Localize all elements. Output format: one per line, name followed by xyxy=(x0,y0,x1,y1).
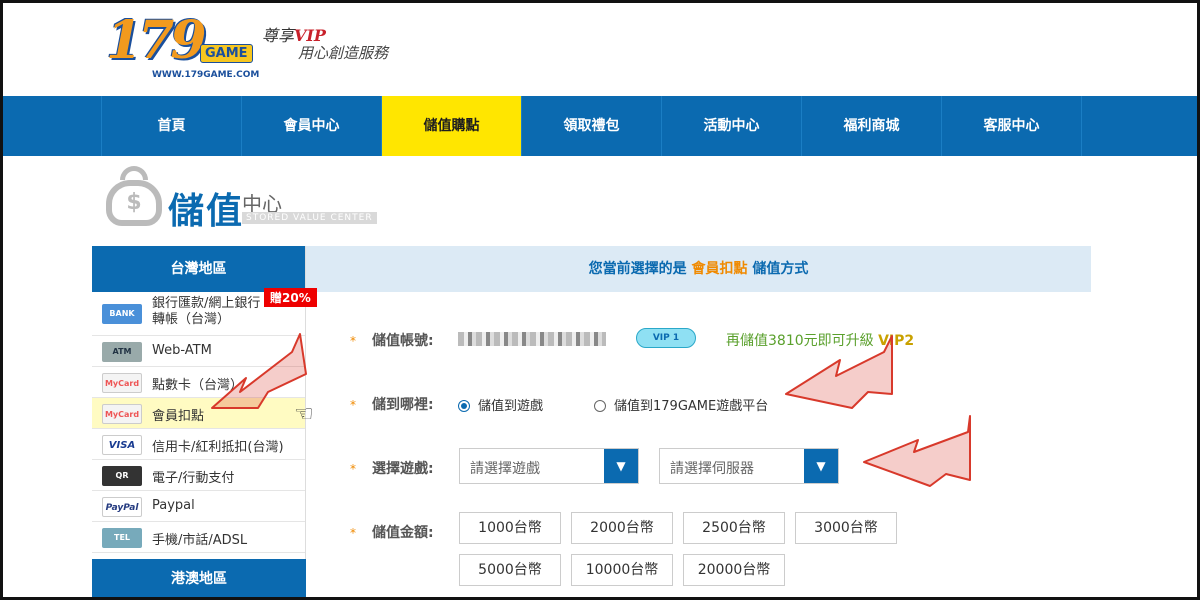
sidebar-item-web-atm[interactable]: ATM Web-ATM xyxy=(92,336,305,367)
slogan: 尊享VIP 用心創造服務 xyxy=(262,22,412,67)
destination-label: 儲到哪裡: xyxy=(372,397,434,413)
sidebar-item-point-card[interactable]: MyCard 點數卡（台灣） xyxy=(92,367,305,398)
radio-unchecked-icon xyxy=(594,400,606,412)
chevron-down-icon[interactable]: ▼ xyxy=(604,449,638,483)
bank-icon: BANK xyxy=(102,304,142,324)
nav-welfare-mall[interactable]: 福利商城 xyxy=(802,96,942,156)
page-title: 儲值 xyxy=(168,191,245,232)
paypal-icon: PayPal xyxy=(102,497,142,517)
upgrade-hint: 再儲值3810元即可升級 VIP2 xyxy=(726,333,915,349)
sidebar-item-paypal[interactable]: PayPal Paypal xyxy=(92,491,305,522)
visa-icon: VISA xyxy=(102,435,142,455)
region-hk-macau-header[interactable]: 港澳地區 xyxy=(92,559,306,600)
nav-member-center[interactable]: 會員中心 xyxy=(242,96,382,156)
sidebar-item-label: 手機/市話/ADSL xyxy=(152,533,248,548)
slogan-line2: 用心創造服務 xyxy=(298,44,389,62)
header: 179 GAME WWW.179GAME.COM 尊享VIP 用心創造服務 xyxy=(0,0,1200,96)
account-label: 儲值帳號: xyxy=(372,333,434,349)
radio-checked-icon xyxy=(458,400,470,412)
sidebar-item-label: 信用卡/紅利抵扣(台灣) xyxy=(152,440,284,455)
amount-option[interactable]: 20000台幣 xyxy=(683,554,785,586)
red-arrow-game-select xyxy=(863,415,971,487)
nav-customer-service[interactable]: 客服中心 xyxy=(942,96,1082,156)
sidebar-item-label: Web-ATM xyxy=(152,343,212,358)
amount-option[interactable]: 3000台幣 xyxy=(795,512,897,544)
amount-option[interactable]: 5000台幣 xyxy=(459,554,561,586)
main-nav: 首頁 會員中心 儲值購點 領取禮包 活動中心 福利商城 客服中心 xyxy=(0,96,1200,156)
sidebar-item-mobile-pay[interactable]: QR 電子/行動支付 xyxy=(92,460,305,491)
amount-option[interactable]: 10000台幣 xyxy=(571,554,673,586)
amount-label: 儲值金額: xyxy=(372,525,434,541)
amount-option[interactable]: 1000台幣 xyxy=(459,512,561,544)
sidebar-item-credit-card[interactable]: VISA 信用卡/紅利抵扣(台灣) xyxy=(92,429,305,460)
mycard-icon: MyCard xyxy=(102,404,142,424)
logo-game-text: GAME xyxy=(200,44,253,63)
required-star: * xyxy=(350,526,356,540)
chevron-down-icon[interactable]: ▼ xyxy=(804,449,838,483)
nav-top-up[interactable]: 儲值購點 xyxy=(382,96,522,156)
page-banner: $ 儲值 中心 STORED VALUE CENTER xyxy=(104,164,404,234)
masked-account-value xyxy=(458,332,606,346)
logo-url: WWW.179GAME.COM xyxy=(152,70,260,80)
mycard-icon: MyCard xyxy=(102,373,142,393)
server-select[interactable]: 請選擇伺服器 ▼ xyxy=(659,448,839,484)
179game-logo[interactable]: 179 GAME WWW.179GAME.COM xyxy=(106,8,266,80)
nav-gift-pack[interactable]: 領取禮包 xyxy=(522,96,662,156)
amount-option[interactable]: 2000台幣 xyxy=(571,512,673,544)
radio-to-platform[interactable]: 儲值到179GAME遊戲平台 xyxy=(594,395,768,414)
selected-method-banner: 您當前選擇的是 會員扣點 儲值方式 xyxy=(306,246,1091,292)
phone-icon: TEL xyxy=(102,528,142,548)
pointing-hand-icon: ☜ xyxy=(294,402,314,427)
atm-icon: ATM xyxy=(102,342,142,362)
radio-to-game[interactable]: 儲值到遊戲 xyxy=(458,395,543,414)
required-star: * xyxy=(350,334,356,348)
required-star: * xyxy=(350,398,356,412)
nav-events[interactable]: 活動中心 xyxy=(662,96,802,156)
page-title-english: STORED VALUE CENTER xyxy=(242,212,377,224)
promo-badge: 贈20% xyxy=(264,288,317,307)
sidebar-item-member-points[interactable]: MyCard 會員扣點 xyxy=(92,398,305,429)
game-select[interactable]: 請選擇遊戲 ▼ xyxy=(459,448,639,484)
required-star: * xyxy=(350,462,356,476)
sidebar-item-label: 電子/行動支付 xyxy=(152,471,235,486)
sidebar-item-label: 會員扣點 xyxy=(152,409,205,424)
vip-badge: VIP 1 xyxy=(636,328,696,348)
amount-option[interactable]: 2500台幣 xyxy=(683,512,785,544)
sidebar-item-label: Paypal xyxy=(152,498,195,513)
game-label: 選擇遊戲: xyxy=(372,461,434,477)
qr-code-icon: QR xyxy=(102,466,142,486)
sidebar-item-label: 點數卡（台灣） xyxy=(152,378,244,393)
logo-digits: 179 xyxy=(106,10,207,71)
sidebar-item-phone-adsl[interactable]: TEL 手機/市話/ADSL xyxy=(92,522,305,553)
region-taiwan-header[interactable]: 台灣地區 xyxy=(92,246,305,292)
sidebar-item-label: 銀行匯款/網上銀行轉帳（台灣） xyxy=(152,296,261,327)
nav-home[interactable]: 首頁 xyxy=(102,96,242,156)
money-bag-icon: $ xyxy=(104,166,164,228)
